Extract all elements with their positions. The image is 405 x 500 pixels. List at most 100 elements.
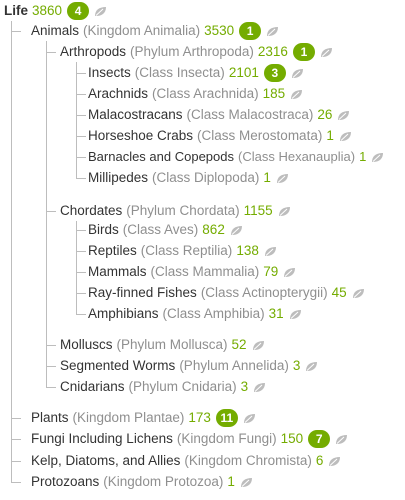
tree-node-plants[interactable]: Plants (Kingdom Plantae) 173 11 <box>31 408 256 428</box>
node-name[interactable]: Fungi Including Lichens <box>31 429 173 449</box>
tree-node-chordates[interactable]: Chordates (Phylum Chordata) 1155 <box>60 201 291 221</box>
node-count[interactable]: 138 <box>236 241 259 261</box>
node-count[interactable]: 2101 <box>229 63 259 83</box>
tree-node-barnacles-and-copepods[interactable]: Barnacles and Copepods (Class Hexanaupli… <box>88 147 384 167</box>
node-name[interactable]: Life <box>4 1 28 21</box>
tree-line <box>46 366 56 367</box>
tree-node-protozoans[interactable]: Protozoans (Kingdom Protozoa) 1 <box>31 472 253 492</box>
node-scientific-name: (Kingdom Plantae) <box>72 410 185 425</box>
node-name[interactable]: Kelp, Diatoms, and Allies <box>31 451 180 471</box>
node-name[interactable]: Molluscs <box>60 335 113 355</box>
node-count[interactable]: 26 <box>317 105 332 125</box>
leaf-icon <box>339 131 352 142</box>
leaf-icon <box>94 6 107 17</box>
node-name[interactable]: Chordates <box>60 201 122 221</box>
node-count[interactable]: 1 <box>359 147 366 167</box>
tree-node-animals[interactable]: Animals (Kingdom Animalia) 3530 1 <box>31 21 279 41</box>
tree-line <box>76 314 86 315</box>
tree-line <box>76 62 77 178</box>
node-count[interactable]: 173 <box>188 408 211 428</box>
leaf-icon <box>278 206 291 217</box>
tree-node-fungi[interactable]: Fungi Including Lichens (Kingdom Fungi) … <box>31 429 348 449</box>
node-count[interactable]: 862 <box>202 220 225 240</box>
node-name[interactable]: Segmented Worms <box>60 356 175 376</box>
node-scientific-name: (Class Reptilia) <box>140 243 233 258</box>
tree-node-insects[interactable]: Insects (Class Insecta) 2101 3 <box>88 63 304 83</box>
tree-line <box>11 418 21 419</box>
tree-node-birds[interactable]: Birds (Class Aves) 862 <box>88 220 243 240</box>
tree-line <box>76 230 86 231</box>
leaf-icon <box>337 110 350 121</box>
tree-line <box>11 461 21 462</box>
leaf-icon <box>371 152 384 163</box>
tree-node-kelp-diatoms-and-allies[interactable]: Kelp, Diatoms, and Allies (Kingdom Chrom… <box>31 451 341 471</box>
node-name[interactable]: Reptiles <box>88 241 137 261</box>
leaf-icon <box>253 382 266 393</box>
tree-line <box>11 31 21 32</box>
tree-node-mammals[interactable]: Mammals (Class Mammalia) 79 <box>88 262 296 282</box>
node-scientific-name: (Kingdom Chromista) <box>184 453 312 468</box>
node-scientific-name: (Class Actinopterygii) <box>200 285 328 300</box>
tree-node-reptiles[interactable]: Reptiles (Class Reptilia) 138 <box>88 241 277 261</box>
tree-node-millipedes[interactable]: Millipedes (Class Diplopoda) 1 <box>88 168 289 188</box>
tree-line <box>76 272 86 273</box>
tree-line <box>76 94 86 95</box>
node-count[interactable]: 2316 <box>258 42 288 62</box>
node-name[interactable]: Protozoans <box>31 472 99 492</box>
node-count[interactable]: 79 <box>263 262 278 282</box>
node-name[interactable]: Millipedes <box>88 168 148 188</box>
tree-node-amphibians[interactable]: Amphibians (Class Amphibia) 31 <box>88 304 302 324</box>
node-name[interactable]: Mammals <box>88 262 147 282</box>
tree-node-segmented-worms[interactable]: Segmented Worms (Phylum Annelida) 3 <box>60 356 318 376</box>
node-count[interactable]: 3 <box>293 356 301 376</box>
node-name[interactable]: Arthropods <box>60 42 126 62</box>
leaf-icon <box>243 413 256 424</box>
tree-line <box>76 157 86 158</box>
node-count[interactable]: 1155 <box>244 201 273 221</box>
node-name[interactable]: Arachnids <box>88 84 148 104</box>
node-name[interactable]: Ray-finned Fishes <box>88 283 197 303</box>
tree-node-horseshoe-crabs[interactable]: Horseshoe Crabs (Class Merostomata) 1 <box>88 126 352 146</box>
node-name[interactable]: Barnacles and Copepods <box>88 147 234 167</box>
tree-node-ray-finned-fishes[interactable]: Ray-finned Fishes (Class Actinopterygii)… <box>88 283 365 303</box>
node-name[interactable]: Malacostracans <box>88 105 183 125</box>
node-name[interactable]: Amphibians <box>88 304 159 324</box>
node-scientific-name: (Class Insecta) <box>134 65 225 80</box>
node-name[interactable]: Plants <box>31 408 69 428</box>
tree-line <box>76 115 86 116</box>
node-scientific-name: (Phylum Chordata) <box>126 203 240 218</box>
tree-node-arthropods[interactable]: Arthropods (Phylum Arthropoda) 2316 1 <box>60 42 333 62</box>
tree-node-malacostracans[interactable]: Malacostracans (Class Malacostraca) 26 <box>88 105 350 125</box>
leaf-icon <box>252 340 265 351</box>
node-name[interactable]: Animals <box>31 21 79 41</box>
node-count[interactable]: 6 <box>316 451 324 471</box>
tree-line <box>76 73 86 74</box>
tree-node-molluscs[interactable]: Molluscs (Phylum Mollusca) 52 <box>60 335 265 355</box>
node-name[interactable]: Insects <box>88 63 131 83</box>
node-count[interactable]: 1 <box>227 472 235 492</box>
node-count[interactable]: 185 <box>263 84 286 104</box>
tree-node-cnidarians[interactable]: Cnidarians (Phylum Cnidaria) 3 <box>60 377 266 397</box>
node-count[interactable]: 1 <box>326 126 334 146</box>
tree-line <box>76 251 86 252</box>
node-count[interactable]: 3 <box>241 377 249 397</box>
node-name[interactable]: Horseshoe Crabs <box>88 126 193 146</box>
node-count[interactable]: 1 <box>263 168 271 188</box>
tree-node-arachnids[interactable]: Arachnids (Class Arachnida) 185 <box>88 84 303 104</box>
tree-line <box>46 345 56 346</box>
node-scientific-name: (Kingdom Protozoa) <box>103 474 224 489</box>
tree-node-life[interactable]: Life 3860 4 <box>4 1 107 21</box>
node-scientific-name: (Class Mammalia) <box>150 264 260 279</box>
node-scientific-name: (Phylum Mollusca) <box>116 337 228 352</box>
node-name[interactable]: Cnidarians <box>60 377 125 397</box>
node-badge: 7 <box>308 430 331 448</box>
node-count[interactable]: 150 <box>281 429 304 449</box>
node-count[interactable]: 3860 <box>32 1 62 21</box>
node-badge: 1 <box>239 22 262 40</box>
node-count[interactable]: 31 <box>269 304 284 324</box>
leaf-icon <box>305 361 318 372</box>
node-count[interactable]: 52 <box>232 335 247 355</box>
node-count[interactable]: 45 <box>332 283 347 303</box>
node-name[interactable]: Birds <box>88 220 119 240</box>
node-count[interactable]: 3530 <box>204 21 234 41</box>
